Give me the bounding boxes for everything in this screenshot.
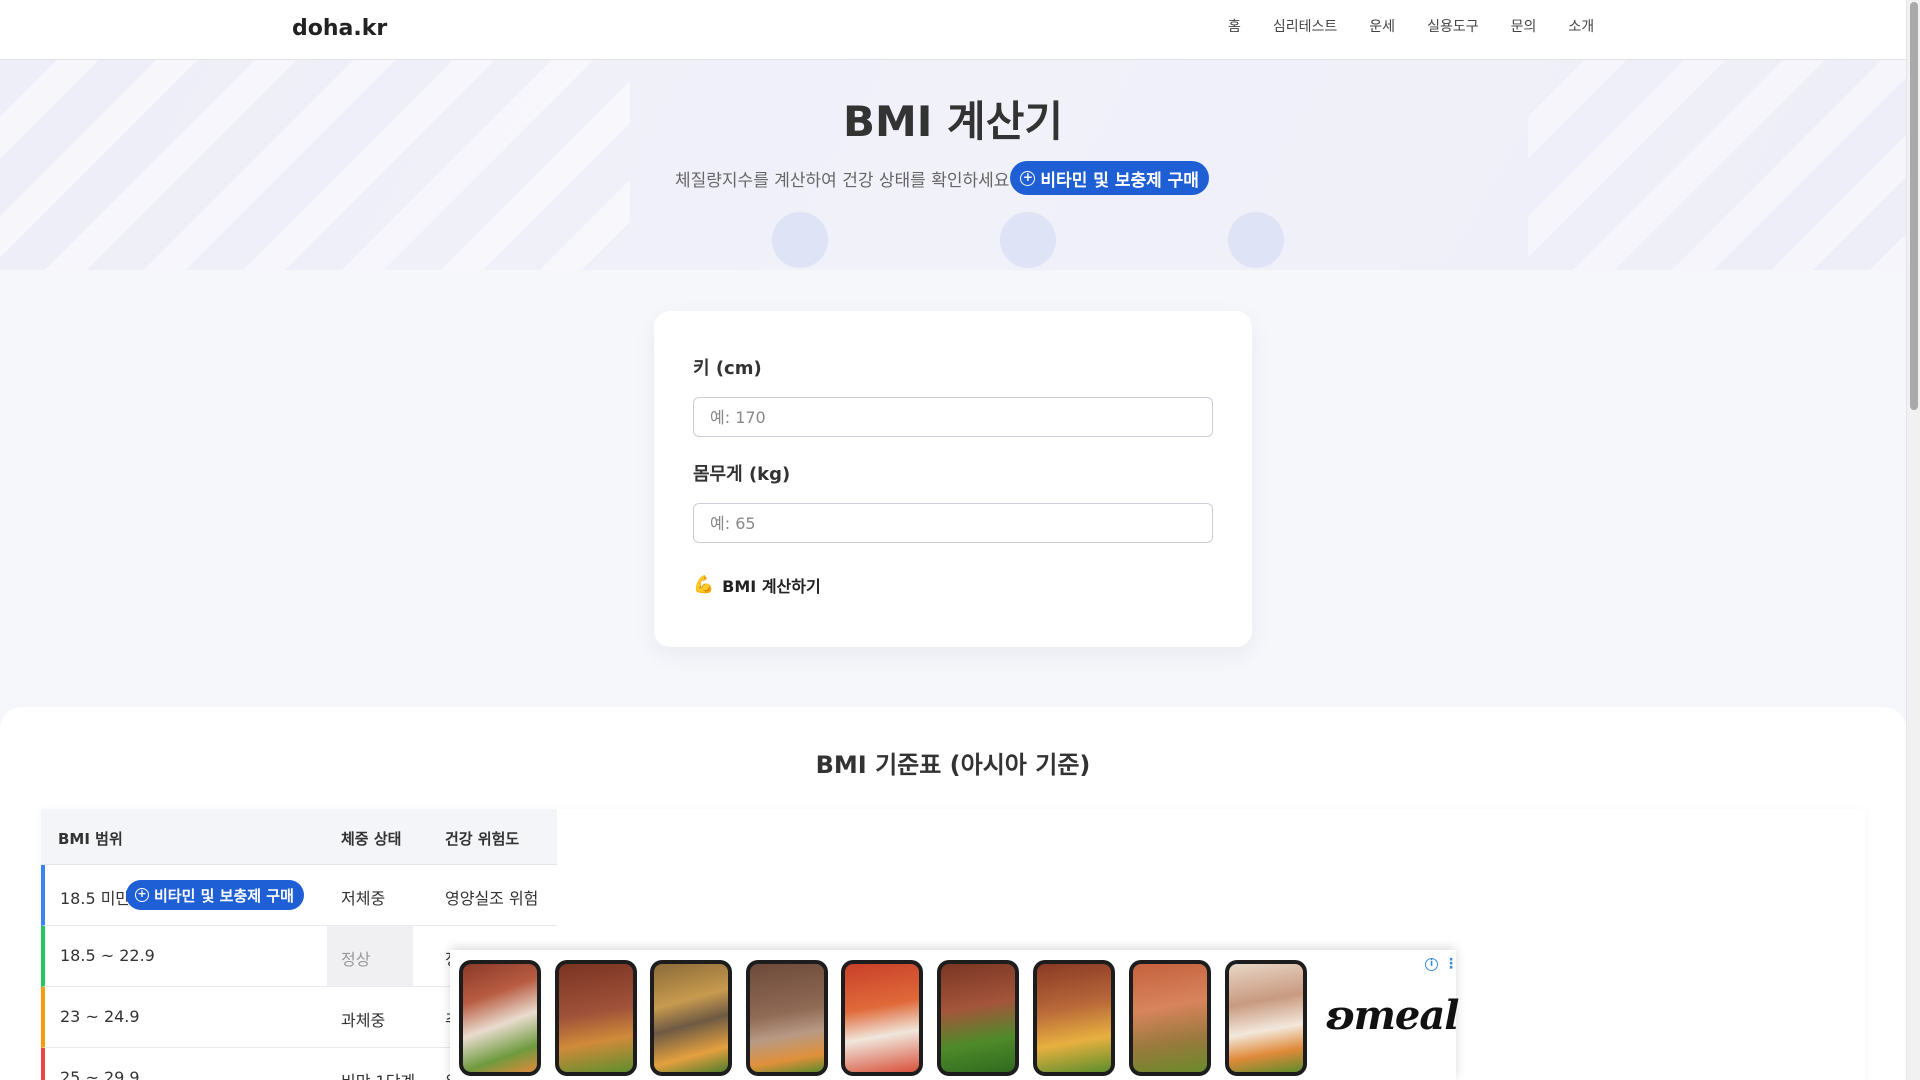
meal-box-image (750, 964, 824, 1072)
scrollbar-thumb[interactable] (1910, 2, 1918, 410)
bmi-calculator-card: 키 (cm) 몸무게 (kg) 💪 BMI 계산하기 (654, 311, 1252, 647)
meal-box-image (845, 964, 919, 1072)
calculate-bmi-button[interactable]: 💪 BMI 계산하기 (693, 573, 821, 597)
height-label: 키 (cm) (693, 358, 762, 379)
cell-weight-status: 비만 1단계 (341, 1068, 415, 1080)
weight-input[interactable] (693, 503, 1213, 543)
info-icon[interactable]: i (1425, 958, 1438, 971)
page-title: BMI 계산기 (843, 97, 1063, 146)
cell-bmi-range: 23 ~ 24.9 (60, 1007, 140, 1026)
column-header-range: BMI 범위 (58, 830, 123, 848)
nav-item-psych-test[interactable]: 심리테스트 (1273, 16, 1337, 36)
page-subtitle: 체질량지수를 계산하여 건강 상태를 확인하세요 (675, 170, 1010, 191)
promo-label: 비타민 및 보충제 구매 (154, 886, 294, 905)
meal-box-image (941, 964, 1015, 1072)
ad-product-image[interactable] (1033, 960, 1115, 1076)
ad-product-image[interactable] (459, 960, 541, 1076)
nav-item-fortune[interactable]: 운세 (1369, 16, 1395, 36)
cell-health-risk: 영양실조 위험 (445, 889, 539, 908)
meal-box-image (1229, 964, 1303, 1072)
ad-banner[interactable]: ʚmeal i ⋮ (450, 950, 1459, 1080)
nav-item-about[interactable]: 소개 (1568, 16, 1594, 36)
height-input[interactable] (693, 397, 1213, 437)
section-title: BMI 기준표 (아시아 기준) (815, 751, 1091, 779)
site-header: doha.kr 홈 심리테스트 운세 실용도구 문의 소개 (0, 0, 1906, 60)
hero-decoration-circle (1228, 212, 1284, 268)
ad-product-image[interactable] (650, 960, 732, 1076)
ad-product-image[interactable] (841, 960, 923, 1076)
nav-item-home[interactable]: 홈 (1228, 16, 1241, 36)
promo-label: 비타민 및 보충제 구매 (1040, 170, 1199, 191)
weight-label: 몸무게 (kg) (693, 464, 791, 485)
ad-brand-logo[interactable]: ʚmeal (1326, 992, 1459, 1039)
meal-box-image (559, 964, 633, 1072)
column-header-risk: 건강 위험도 (445, 830, 520, 848)
cell-bmi-range: 25 ~ 29.9 (60, 1068, 140, 1080)
meal-box-image (1133, 964, 1207, 1072)
cell-weight-status: 저체중 (341, 889, 386, 908)
hero-decoration-circle (1000, 212, 1056, 268)
cell-bmi-range: 18.5 미만 (60, 889, 131, 908)
table-header: BMI 범위 체중 상태 건강 위험도 (41, 809, 557, 865)
meal-box-image (654, 964, 728, 1072)
ad-product-image[interactable] (1225, 960, 1307, 1076)
cell-weight-status: 과체중 (341, 1011, 386, 1030)
nav-item-tools[interactable]: 실용도구 (1427, 16, 1479, 36)
hero-decoration-circle (772, 212, 828, 268)
ad-product-image[interactable] (555, 960, 637, 1076)
ad-product-image[interactable] (1129, 960, 1211, 1076)
plus-circle-icon: + (1020, 170, 1036, 186)
vitamin-promo-button[interactable]: + 비타민 및 보충제 구매 (1010, 161, 1209, 195)
kebab-menu-icon[interactable]: ⋮ (1444, 956, 1458, 972)
column-header-status: 체중 상태 (341, 830, 402, 848)
main-nav: 홈 심리테스트 운세 실용도구 문의 소개 (1228, 16, 1626, 36)
cell-weight-status: 정상 (327, 926, 413, 986)
vitamin-promo-button[interactable]: + 비타민 및 보충제 구매 (126, 880, 304, 910)
cell-bmi-range: 18.5 ~ 22.9 (60, 946, 155, 965)
meal-box-image (1037, 964, 1111, 1072)
meal-box-image (463, 964, 537, 1072)
nav-item-contact[interactable]: 문의 (1511, 16, 1537, 36)
hero-banner: BMI 계산기 체질량지수를 계산하여 건강 상태를 확인하세요 + 비타민 및… (0, 60, 1906, 270)
table-row: 18.5 미만 + 비타민 및 보충제 구매 저체중 영양실조 위험 (41, 865, 557, 926)
plus-circle-icon: + (135, 888, 149, 902)
hero-subtitle-row: 체질량지수를 계산하여 건강 상태를 확인하세요 + 비타민 및 보충제 구매 (675, 161, 1209, 195)
ad-product-image[interactable] (746, 960, 828, 1076)
flexed-arm-icon: 💪 (693, 575, 715, 595)
calculate-button-label: BMI 계산하기 (722, 577, 821, 596)
ad-product-image[interactable] (937, 960, 1019, 1076)
site-logo[interactable]: doha.kr (292, 16, 387, 41)
page-scrollbar[interactable] (1906, 0, 1920, 1080)
